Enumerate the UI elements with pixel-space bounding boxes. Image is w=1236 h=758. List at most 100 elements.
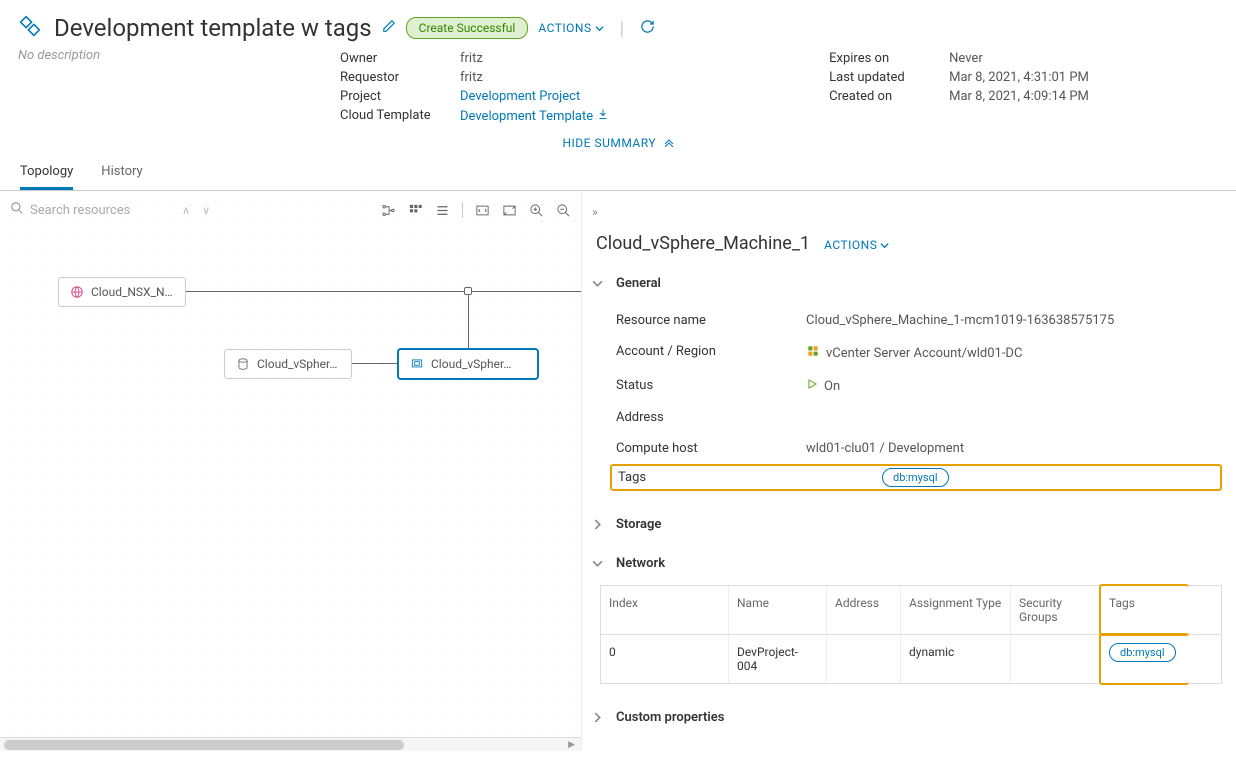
node-label: Cloud_vSpher… [257, 357, 337, 371]
layout-list-icon[interactable] [435, 203, 450, 218]
edit-icon[interactable] [382, 19, 396, 37]
node-cloud-nsx[interactable]: Cloud_NSX_N… [58, 277, 186, 307]
compute-host-label: Compute host [616, 441, 806, 456]
section-storage-label: Storage [616, 517, 661, 532]
cloud-template-link[interactable]: Development Template [460, 108, 609, 124]
tag-chip[interactable]: db:mysql [882, 468, 949, 487]
resource-actions-dropdown[interactable]: ACTIONS [824, 238, 889, 252]
details-panel: » Cloud_vSphere_Machine_1 ACTIONS Genera… [582, 191, 1236, 751]
tags-highlight: Tags db:mysql [610, 464, 1222, 491]
panel-collapse-icon[interactable]: » [592, 205, 1222, 219]
cell-security-groups [1011, 635, 1101, 683]
scrollbar-thumb[interactable] [4, 740, 404, 750]
fit-screen-icon[interactable] [475, 203, 490, 218]
owner-value: fritz [460, 51, 483, 66]
hide-summary-toggle[interactable]: HIDE SUMMARY [0, 124, 1236, 156]
cell-tags-highlight: db:mysql [1099, 633, 1189, 685]
network-icon [69, 284, 85, 300]
account-label: Account / Region [616, 344, 806, 362]
section-custom-properties-toggle[interactable]: Custom properties [592, 706, 1222, 729]
vm-icon [409, 356, 425, 372]
cell-assignment-type: dynamic [901, 635, 1011, 683]
col-index: Index [601, 586, 729, 634]
chevron-down-icon [592, 558, 606, 569]
project-link[interactable]: Development Project [460, 89, 580, 104]
cell-address [827, 635, 901, 683]
updated-value: Mar 8, 2021, 4:31:01 PM [949, 70, 1089, 85]
hide-summary-label: HIDE SUMMARY [562, 136, 656, 150]
address-label: Address [616, 410, 806, 425]
vcenter-icon [806, 344, 820, 362]
requestor-value: fritz [460, 70, 483, 85]
chevron-down-icon [595, 24, 604, 33]
zoom-out-icon[interactable] [556, 203, 571, 218]
connector-line [186, 291, 581, 292]
resource-title: Cloud_vSphere_Machine_1 [596, 233, 810, 254]
horizontal-scrollbar[interactable]: ▶ [0, 737, 581, 751]
search-resources-input[interactable] [30, 203, 170, 218]
status-badge: Create Successful [406, 17, 529, 39]
col-tags: Tags [1109, 596, 1181, 610]
connector-junction [464, 287, 472, 295]
expires-label: Expires on [829, 51, 949, 66]
deployment-actions-dropdown[interactable]: ACTIONS [538, 21, 603, 35]
tab-topology[interactable]: Topology [20, 156, 73, 190]
search-prev-icon[interactable]: ∧ [182, 204, 190, 217]
node-label: Cloud_NSX_N… [91, 285, 173, 299]
section-general-label: General [616, 276, 661, 291]
network-table-header: Index Name Address Assignment Type Secur… [601, 586, 1221, 635]
download-icon[interactable] [597, 109, 609, 124]
separator: | [620, 18, 624, 39]
dot-grid [0, 191, 581, 751]
chevron-right-icon [592, 712, 606, 723]
node-cloud-vsphere-machine-1[interactable]: Cloud_vSpher… [398, 349, 538, 379]
zoom-in-icon[interactable] [529, 203, 544, 218]
toolbar-divider [462, 202, 463, 218]
section-network-toggle[interactable]: Network [592, 552, 1222, 575]
status-value: On [824, 379, 840, 394]
cell-name: DevProject-004 [729, 635, 827, 683]
node-label: Cloud_vSpher… [431, 357, 511, 371]
page-title: Development template w tags [54, 14, 372, 42]
network-table: Index Name Address Assignment Type Secur… [600, 585, 1222, 684]
tab-bar: Topology History [0, 156, 1236, 191]
section-custom-label: Custom properties [616, 710, 724, 725]
col-address: Address [827, 586, 901, 634]
resource-name-label: Resource name [616, 313, 806, 328]
refresh-icon[interactable] [640, 19, 655, 38]
account-value: vCenter Server Account/wld01-DC [826, 346, 1022, 361]
layout-grid-icon[interactable] [408, 203, 423, 218]
tags-label: Tags [618, 470, 802, 485]
zoom-reset-icon[interactable] [502, 203, 517, 218]
power-on-icon [806, 378, 818, 394]
search-next-icon[interactable]: ∨ [202, 204, 210, 217]
deployment-icon [16, 12, 44, 44]
created-label: Created on [829, 89, 949, 104]
section-network-label: Network [616, 556, 665, 571]
section-general-toggle[interactable]: General [592, 272, 1222, 295]
chevron-down-icon [592, 278, 606, 289]
chevron-up-double-icon [664, 137, 674, 147]
requestor-label: Requestor [340, 70, 460, 85]
cloud-template-text: Development Template [460, 109, 593, 124]
connector-line [352, 363, 398, 364]
database-icon [235, 356, 251, 372]
scroll-right-icon[interactable]: ▶ [568, 740, 575, 750]
col-security-groups: Security Groups [1011, 586, 1101, 634]
resource-name-value: Cloud_vSphere_Machine_1-mcm1019-16363857… [806, 313, 1114, 328]
tab-history[interactable]: History [101, 156, 142, 190]
section-storage-toggle[interactable]: Storage [592, 513, 1222, 536]
tag-chip[interactable]: db:mysql [1109, 643, 1176, 662]
layout-tree-icon[interactable] [381, 203, 396, 218]
compute-host-value: wld01-clu01 / Development [806, 441, 964, 456]
col-assignment-type: Assignment Type [901, 586, 1011, 634]
actions-label: ACTIONS [538, 21, 591, 35]
topology-canvas[interactable]: ∧ ∨ Cloud_NSX_N… Clou [0, 191, 582, 751]
updated-label: Last updated [829, 70, 949, 85]
chevron-down-icon [880, 241, 889, 250]
node-cloud-vsphere-1[interactable]: Cloud_vSpher… [224, 349, 352, 379]
summary-panel: Ownerfritz Requestorfritz ProjectDevelop… [0, 51, 1236, 124]
col-name: Name [729, 586, 827, 634]
connector-line [468, 291, 469, 353]
actions-label: ACTIONS [824, 238, 877, 252]
